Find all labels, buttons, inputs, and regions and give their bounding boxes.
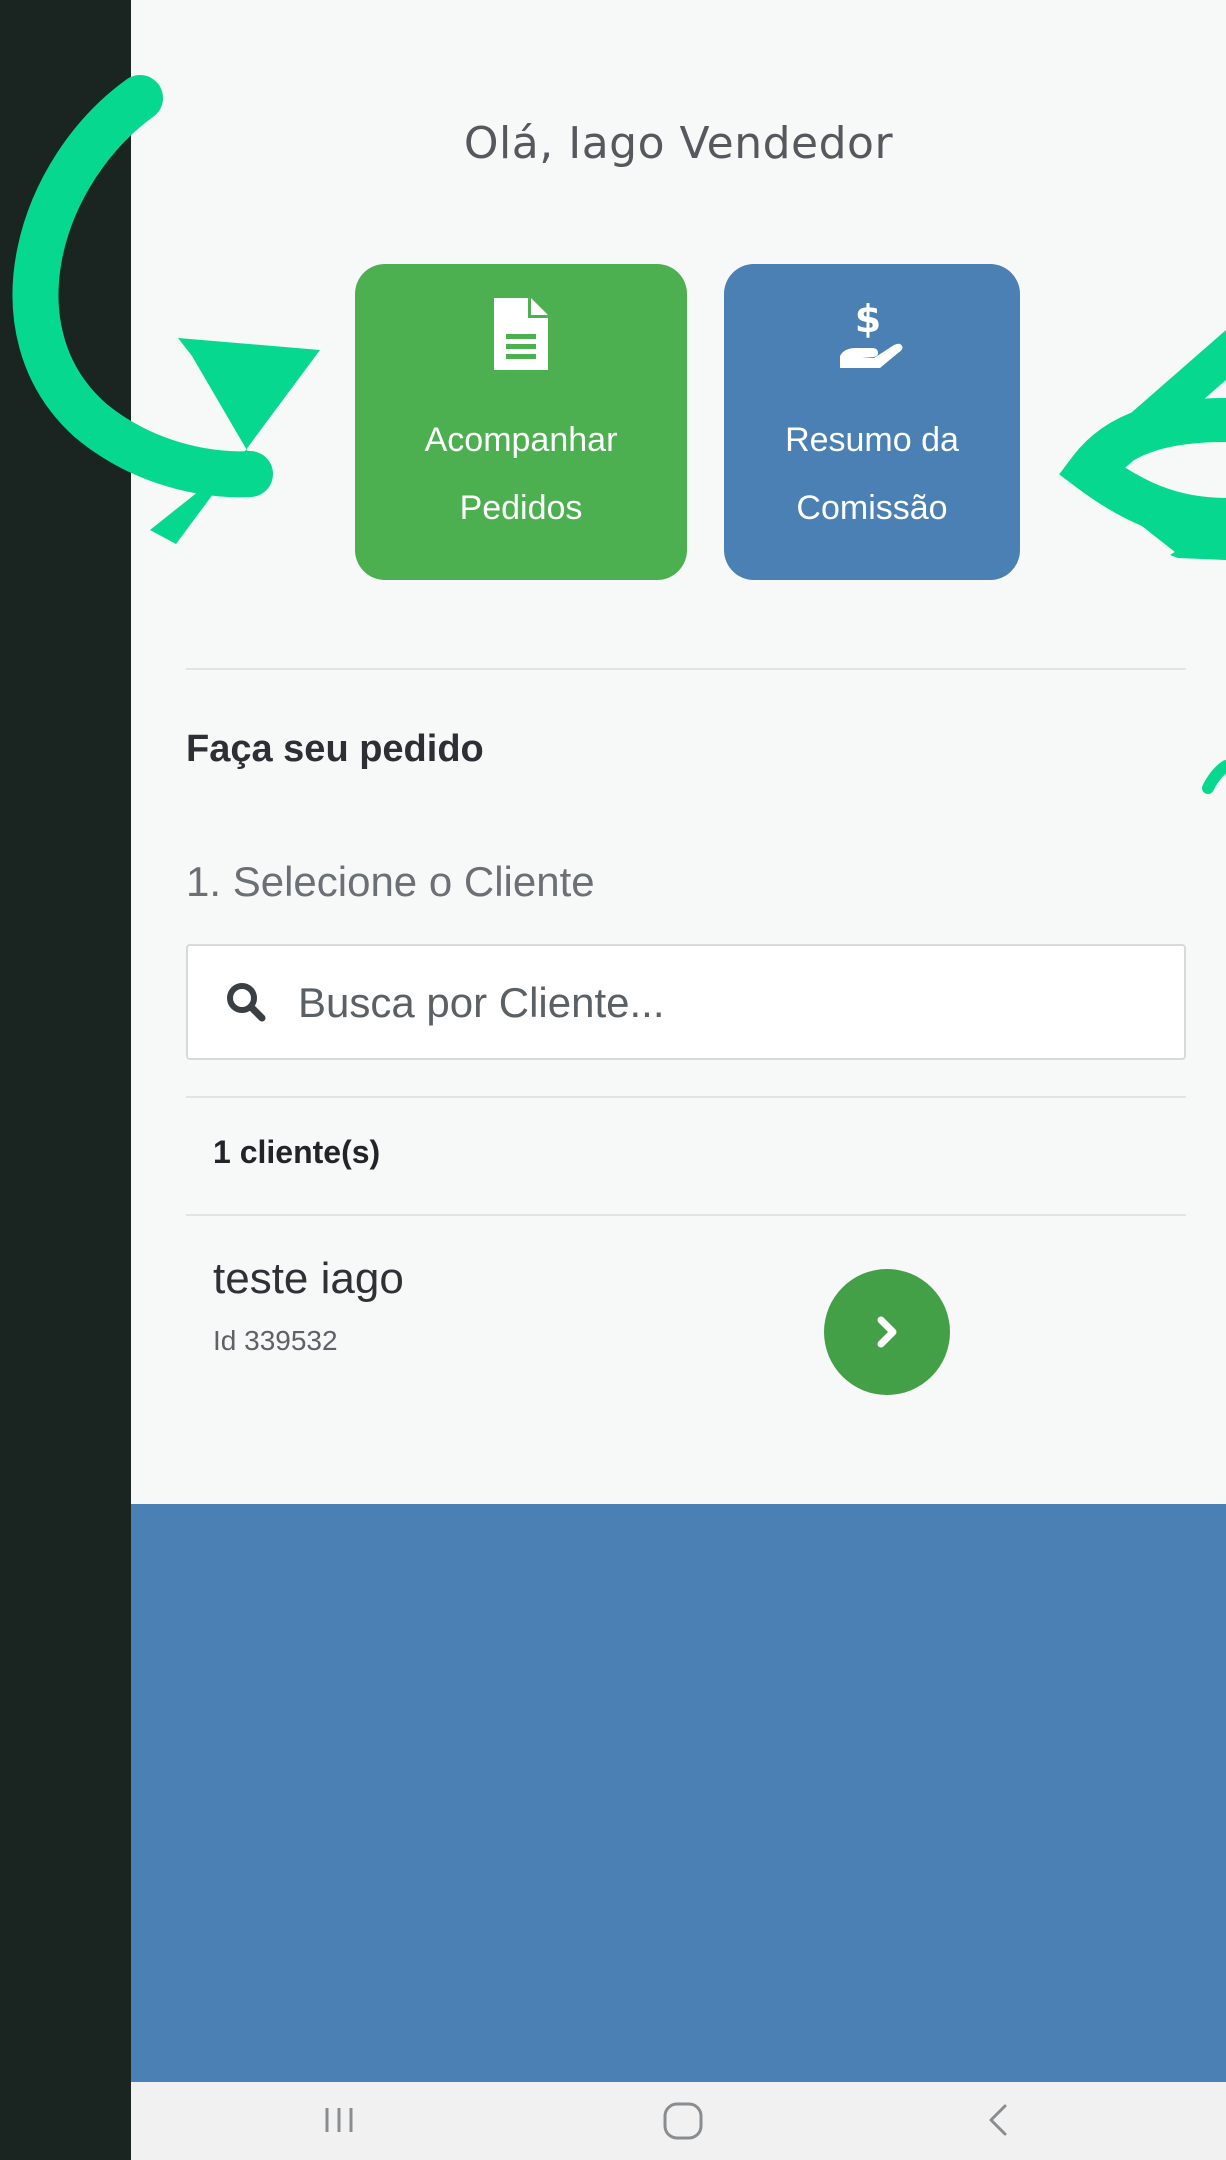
order-section-title: Faça seu pedido <box>186 728 484 770</box>
system-nav-bar <box>131 2082 1226 2160</box>
track-orders-label-line1: Acompanhar <box>424 421 618 459</box>
section-divider <box>186 668 1186 670</box>
track-orders-button[interactable]: Acompanhar Pedidos <box>355 264 687 580</box>
document-icon <box>494 298 548 374</box>
search-icon <box>224 980 268 1028</box>
left-dark-bar <box>0 0 131 2160</box>
greeting-text: Olá, Iago Vendedor <box>463 118 894 169</box>
home-icon[interactable] <box>659 2098 707 2146</box>
client-name: teste iago <box>213 1254 404 1303</box>
commission-summary-label-line2: Comissão <box>796 489 948 527</box>
client-count-label: 1 cliente(s) <box>213 1134 381 1170</box>
client-search-box[interactable] <box>186 944 1186 1060</box>
client-id: Id 339532 <box>213 1325 338 1356</box>
back-icon[interactable] <box>979 2098 1019 2146</box>
commission-summary-button[interactable]: $ Resumo da Comissão <box>724 264 1020 580</box>
hand-dollar-icon: $ <box>832 297 912 382</box>
recents-icon[interactable] <box>319 2098 359 2146</box>
select-client-step-label: 1. Selecione o Cliente <box>186 858 595 905</box>
client-search-input[interactable] <box>298 968 1148 1038</box>
stage: Olá, Iago Vendedor Acompanhar Pedidos $ … <box>0 0 1226 2160</box>
list-divider-top <box>186 1096 1186 1098</box>
bottom-blue-band <box>131 1504 1226 2082</box>
list-divider-bottom <box>186 1214 1186 1216</box>
chevron-right-icon <box>877 1316 897 1348</box>
track-orders-label-line2: Pedidos <box>459 489 583 527</box>
svg-text:$: $ <box>855 298 881 341</box>
app-screen: Olá, Iago Vendedor Acompanhar Pedidos $ … <box>131 0 1226 2160</box>
select-client-button[interactable] <box>824 1269 950 1395</box>
commission-summary-label-line1: Resumo da <box>785 421 959 459</box>
